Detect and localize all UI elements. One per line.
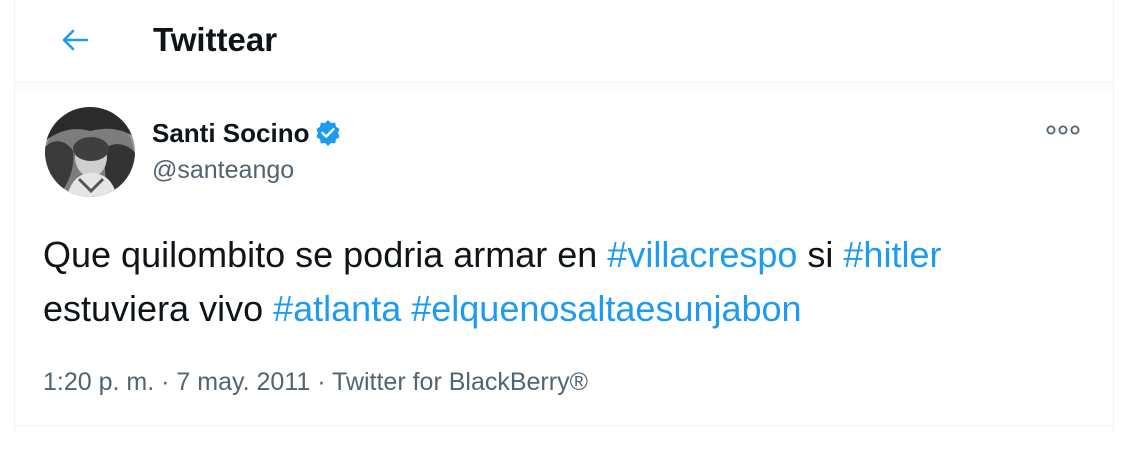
- tweet-text-segment: estuviera vivo: [43, 288, 274, 329]
- back-button[interactable]: [53, 20, 97, 60]
- page-title: Twittear: [153, 21, 278, 58]
- header-separator: [15, 83, 1113, 91]
- arrow-left-icon: [62, 29, 89, 51]
- tweet-date[interactable]: 7 may. 2011: [176, 368, 310, 396]
- author-handle[interactable]: @santeango: [152, 153, 294, 187]
- tweet-text: Que quilombito se podria armar en #villa…: [43, 228, 1093, 336]
- hashtag-link[interactable]: #villacrespo: [607, 234, 797, 275]
- author-display-name[interactable]: Santi Socino: [152, 115, 309, 151]
- verified-badge-icon: [315, 120, 341, 146]
- hashtag-link[interactable]: #elquenosaltaesunjabon: [411, 288, 801, 329]
- hashtag-link[interactable]: #atlanta: [273, 288, 401, 329]
- avatar[interactable]: [45, 107, 135, 197]
- more-options-button[interactable]: [1041, 114, 1085, 146]
- tweet-detail-page: Twittear Santi Socino @santeango Que qui…: [14, 0, 1114, 432]
- tweet-metadata: 1:20 p. m. · 7 may. 2011 · Twitter for B…: [43, 364, 588, 400]
- tweet-source[interactable]: Twitter for BlackBerry®: [332, 368, 588, 396]
- tweet-time[interactable]: 1:20 p. m.: [43, 368, 154, 396]
- tweet-text-segment: [401, 288, 411, 329]
- page-header: Twittear: [15, 0, 1113, 83]
- author-name-row[interactable]: Santi Socino: [152, 115, 341, 151]
- meta-separator: ·: [310, 368, 333, 396]
- hashtag-link[interactable]: #hitler: [843, 234, 941, 275]
- more-options-icon: [1046, 125, 1080, 135]
- meta-separator: ·: [154, 368, 177, 396]
- tweet-text-segment: si: [797, 234, 844, 275]
- tweet-text-segment: Que quilombito se podria armar en: [43, 234, 608, 275]
- divider: [15, 425, 1113, 426]
- avatar-photo: [45, 107, 135, 197]
